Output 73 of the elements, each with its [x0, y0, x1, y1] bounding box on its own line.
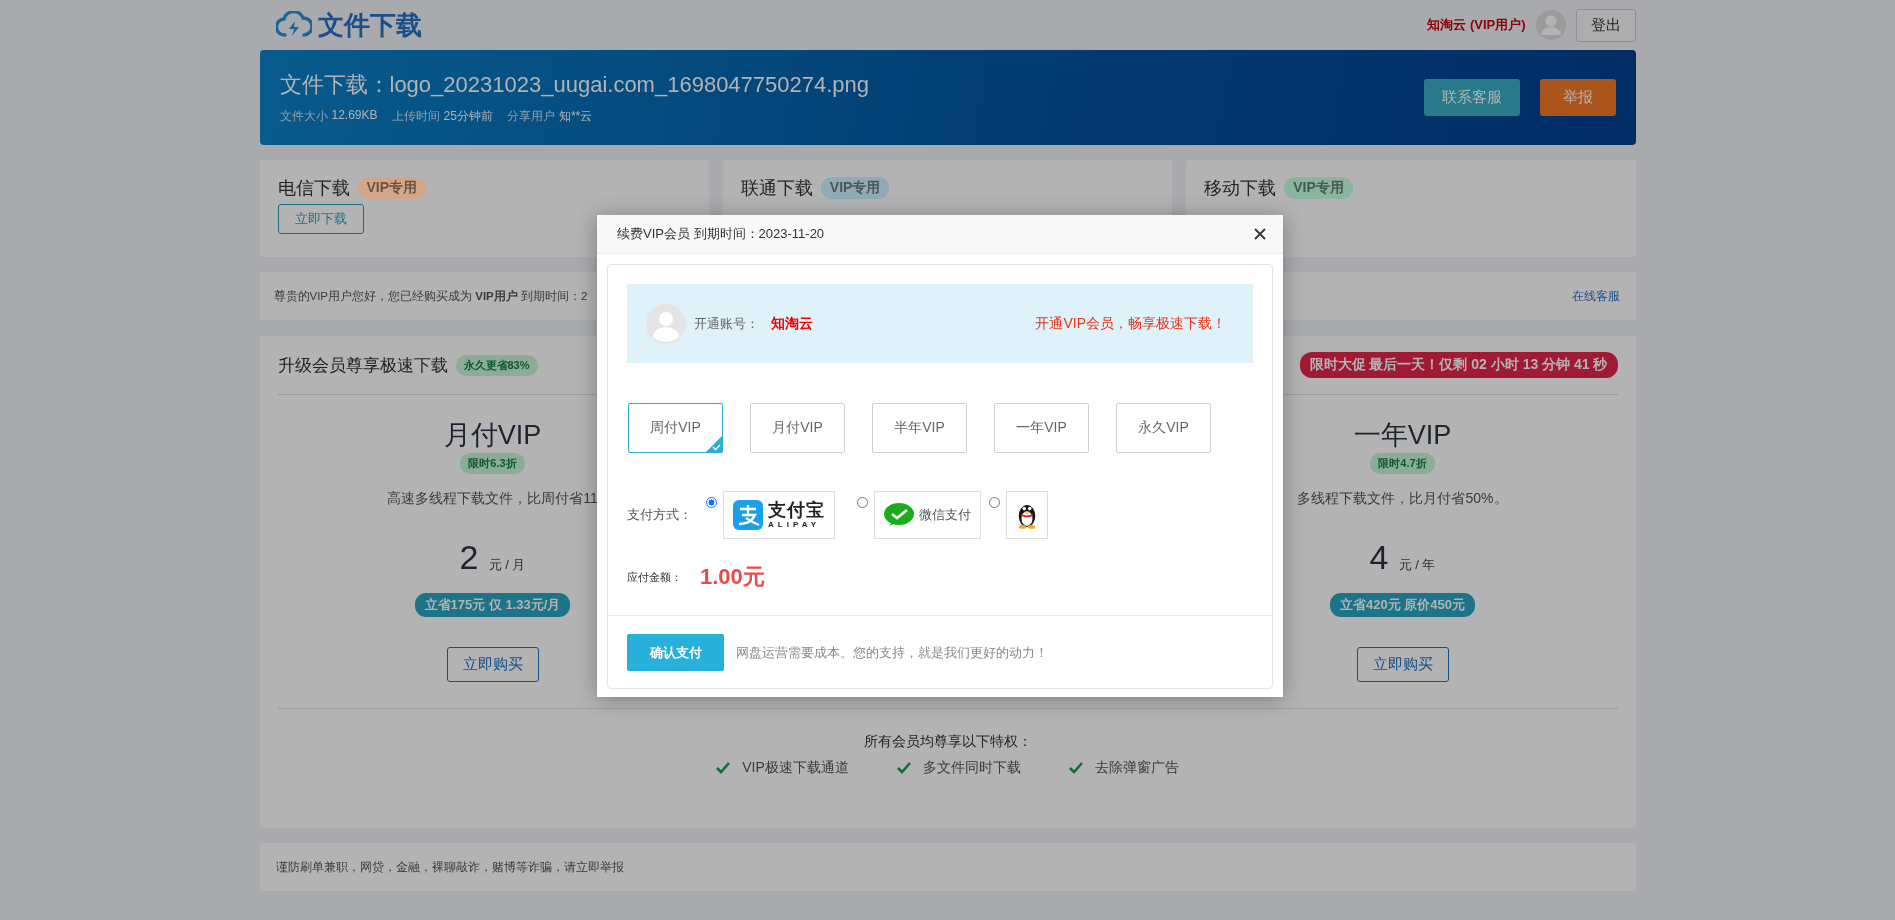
alipay-logo-icon: [733, 500, 763, 530]
meta-value: 知**云: [558, 108, 593, 125]
savings-pill: 立省420元 原价450元: [1330, 593, 1475, 617]
vip-badge: VIP专用: [357, 177, 427, 199]
payment-label: 支付方式：: [627, 506, 692, 524]
amount-label: 应付金额：: [627, 569, 682, 585]
plan-option[interactable]: 月付VIP: [750, 403, 845, 453]
price-value: 2: [459, 538, 479, 577]
promo-text: 开通VIP会员，畅享极速下载！: [1035, 314, 1226, 333]
plan-name: 一年VIP: [1353, 419, 1452, 452]
plan-description: 高速多线程下载文件，比周付省11: [387, 490, 598, 508]
avatar-icon: [646, 303, 686, 344]
download-title: 电信下载: [277, 177, 350, 200]
price-unit: 元 / 年: [1398, 556, 1436, 574]
support-note: 网盘运营需要成本。您的支持，就是我们更好的动力！: [736, 643, 1048, 662]
discount-badge: 限时6.3折: [460, 453, 525, 474]
buy-button[interactable]: 立即购买: [446, 647, 539, 682]
check-icon: [1068, 762, 1083, 774]
plan-description: 多线程下载文件，比月付省50%。: [1297, 490, 1508, 508]
online-service-link[interactable]: 在线客服: [1571, 287, 1620, 305]
discount-badge: 限时4.7折: [1370, 453, 1435, 474]
wechat-pay-name: 微信支付: [919, 506, 971, 524]
plans-title: 升级会员尊享极速下载: [277, 354, 448, 377]
account-label: 开通账号：: [694, 314, 759, 333]
report-button[interactable]: 举报: [1539, 79, 1616, 116]
plan-name: 月付VIP: [443, 419, 542, 452]
logout-button[interactable]: 登出: [1575, 8, 1636, 42]
cloud-logo-icon: [275, 11, 312, 39]
contact-button[interactable]: 联系客服: [1423, 79, 1520, 116]
confirm-payment-button[interactable]: 确认支付: [627, 634, 724, 671]
plan-option[interactable]: 永久VIP: [1116, 403, 1211, 453]
user-name[interactable]: 知淘云 (VIP用户): [1427, 16, 1526, 34]
perk-text: VIP极速下载通道: [742, 759, 849, 777]
plan-option[interactable]: 半年VIP: [872, 403, 967, 453]
download-title: 移动下载: [1204, 177, 1277, 200]
wechat-pay-option[interactable]: 微信支付: [874, 491, 981, 539]
perk-text: 去除弹窗广告: [1094, 759, 1179, 777]
meta-label: 文件大小: [279, 108, 328, 125]
perk-text: 多文件同时下载: [922, 759, 1021, 777]
account-name: 知淘云: [771, 314, 813, 333]
download-button[interactable]: 立即下载: [277, 204, 364, 234]
site-logo-text[interactable]: 文件下载: [317, 7, 422, 43]
selected-check-icon: [706, 436, 722, 452]
meta-value: 12.69KB: [331, 108, 378, 124]
fraud-warning-text: 谨防刷单兼职，网贷，金融，裸聊敲诈，赌博等诈骗，请立即举报: [275, 858, 624, 876]
perks-title: 所有会员均尊享以下特权：: [863, 733, 1032, 751]
countdown-badge: 限时大促 最后一天！仅剩 02 小时 13 分钟 41 秒: [1299, 352, 1618, 378]
close-icon[interactable]: [1254, 228, 1266, 240]
meta-value: 25分钟前: [443, 108, 493, 125]
download-title: 联通下载: [740, 177, 813, 200]
savings-pill: 立省175元 仅 1.33元/月: [414, 593, 571, 617]
price-unit: 元 / 月: [488, 556, 526, 574]
dialog-title: 续费VIP会员 到期时间：2023-11-20: [617, 225, 825, 243]
qq-pay-option[interactable]: [1006, 491, 1048, 539]
vip-badge: VIP专用: [820, 177, 890, 199]
alipay-caption: ALIPAY: [768, 521, 821, 529]
buy-button[interactable]: 立即购买: [1356, 647, 1449, 682]
price-value: 4: [1369, 538, 1389, 577]
meta-label: 上传时间: [391, 108, 440, 125]
payment-radio[interactable]: [706, 497, 717, 508]
vip-badge: VIP专用: [1284, 177, 1353, 199]
savings-badge: 永久更省83%: [455, 354, 538, 376]
file-title: 文件下载：logo_20231023_uugai.com_1698047750274.png: [279, 71, 870, 99]
amount-value: 1.00元: [700, 563, 765, 591]
meta-label: 分享用户: [506, 108, 555, 125]
plan-option[interactable]: 一年VIP: [994, 403, 1089, 453]
alipay-option[interactable]: 支付宝 ALIPAY: [723, 491, 835, 539]
check-icon: [716, 762, 731, 774]
wechat-logo-icon: [884, 502, 914, 528]
alipay-name: 支付宝: [768, 501, 825, 519]
plan-option[interactable]: 周付VIP: [628, 403, 723, 453]
vip-status-text: 尊贵的VIP用户您好，您已经购买成为 VIP用户 到期时间：2: [273, 288, 588, 304]
check-icon: [896, 762, 911, 774]
